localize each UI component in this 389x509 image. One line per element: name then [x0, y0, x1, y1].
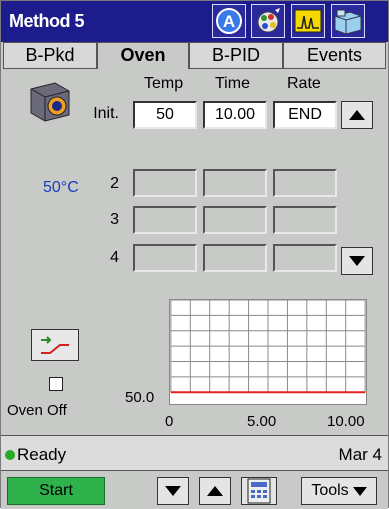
row-label-4: 4: [110, 249, 119, 266]
temperature-profile-button[interactable]: [31, 329, 79, 361]
scroll-down-button[interactable]: [341, 247, 373, 275]
method-title: Method 5: [9, 11, 85, 31]
row3-time-field[interactable]: [203, 206, 267, 234]
app-window: Method 5 A B-Pkd Oven B-PID Events 50°C …: [0, 0, 389, 509]
x-tick-label-10: 10.00: [327, 413, 365, 430]
status-date: Mar 4: [338, 445, 382, 464]
up-arrow-icon: [207, 486, 223, 496]
oven-profile-chart: [169, 299, 367, 405]
row-label-3: 3: [110, 211, 119, 228]
up-arrow-icon: [349, 110, 365, 120]
x-tick-label-0: 0: [165, 413, 174, 430]
tools-label: Tools: [311, 482, 349, 499]
col-header-temp: Temp: [144, 75, 184, 92]
init-time-field[interactable]: 10.00: [203, 101, 267, 129]
y-tick-label: 50.0: [125, 389, 155, 406]
chromatogram-icon[interactable]: [291, 4, 325, 38]
row-label-init: Init.: [93, 105, 119, 122]
page-down-button[interactable]: [157, 477, 189, 505]
instrument-icon[interactable]: [331, 4, 365, 38]
row4-time-field[interactable]: [203, 244, 267, 272]
x-tick-label-5: 5.00: [247, 413, 277, 430]
page-up-button[interactable]: [199, 477, 231, 505]
col-header-rate: Rate: [287, 75, 321, 92]
scroll-up-button[interactable]: [341, 101, 373, 129]
init-rate-field[interactable]: END: [273, 101, 337, 129]
oven-off-label: Oven Off: [7, 402, 67, 419]
tools-menu-button[interactable]: Tools: [301, 477, 377, 505]
oven-icon: [25, 79, 73, 130]
down-arrow-icon: [165, 486, 181, 496]
row2-rate-field[interactable]: [273, 169, 337, 197]
init-temp-field[interactable]: 50: [133, 101, 197, 129]
tab-oven[interactable]: Oven: [97, 42, 189, 69]
bottom-toolbar: Start Tools: [1, 471, 388, 509]
status-text: Ready: [17, 445, 67, 464]
row3-rate-field[interactable]: [273, 206, 337, 234]
tab-b-pid[interactable]: B-PID: [189, 42, 283, 69]
down-arrow-icon: [349, 256, 365, 266]
title-bar: Method 5 A: [1, 1, 388, 42]
row4-rate-field[interactable]: [273, 244, 337, 272]
row2-time-field[interactable]: [203, 169, 267, 197]
current-oven-temp: 50°C: [43, 179, 79, 196]
autosampler-icon[interactable]: A: [212, 4, 246, 38]
chevron-down-icon: [352, 486, 367, 496]
row-label-2: 2: [110, 175, 119, 192]
tab-b-pkd[interactable]: B-Pkd: [3, 42, 97, 69]
row4-temp-field[interactable]: [133, 244, 197, 272]
oven-panel: 50°C Temp Time Rate Init. 2 3 4 50 10.00…: [1, 69, 388, 435]
config-icon[interactable]: [251, 4, 285, 38]
svg-text:A: A: [223, 12, 235, 31]
col-header-time: Time: [215, 75, 250, 92]
calculator-icon: [247, 478, 271, 504]
oven-off-checkbox[interactable]: [49, 377, 63, 391]
calculator-button[interactable]: [241, 477, 277, 505]
row3-temp-field[interactable]: [133, 206, 197, 234]
status-bar: Ready Mar 4: [1, 435, 388, 471]
tab-events[interactable]: Events: [283, 42, 386, 69]
row2-temp-field[interactable]: [133, 169, 197, 197]
start-button[interactable]: Start: [7, 477, 105, 505]
status-indicator: [5, 450, 15, 460]
ramp-profile-icon: [41, 336, 69, 354]
tab-bar: B-Pkd Oven B-PID Events: [1, 42, 388, 69]
